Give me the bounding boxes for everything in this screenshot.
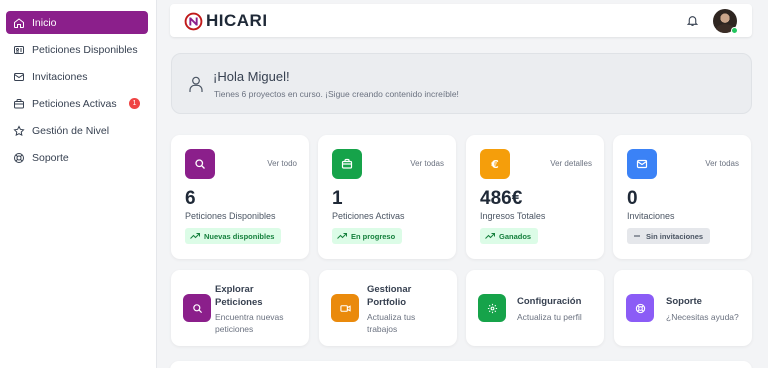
lifebuoy-icon [13,152,25,164]
sidebar-item-peticiones-disponibles[interactable]: Peticiones Disponibles [6,38,148,61]
ver-todo-link[interactable]: Ver todo [267,159,297,168]
stat-card-peticiones-disponibles: Ver todo 6 Peticiones Disponibles Nuevas… [171,135,309,259]
sidebar-item-gestion-de-nivel[interactable]: Gestión de Nivel [6,119,148,142]
action-title: Portfolio [367,297,407,308]
action-subtitle: trabajos [367,324,398,334]
dash-icon [634,235,640,237]
welcome-banner: ¡Hola Miguel! Tienes 6 proyectos en curs… [171,53,752,114]
search-icon [183,294,211,322]
stat-value: 486€ [480,188,523,209]
sidebar-item-invitaciones[interactable]: Invitaciones [6,65,148,88]
mail-icon [13,71,25,83]
action-title: Explorar [215,284,254,295]
action-subtitle: Actualiza tu perfil [517,312,582,322]
action-subtitle: peticiones [215,324,254,334]
home-icon [13,17,25,29]
briefcase-icon [332,149,362,179]
ver-detalles-link[interactable]: Ver detalles [550,159,592,168]
trend-up-icon [485,233,495,239]
status-badge: Ganados [480,228,539,244]
sidebar-item-label: Inicio [32,16,57,29]
search-icon [185,149,215,179]
sidebar-item-soporte[interactable]: Soporte [6,146,148,169]
status-badge: Nuevas disponibles [185,228,282,244]
sidebar-item-label: Invitaciones [32,70,88,83]
sidebar-item-peticiones-activas[interactable]: Peticiones Activas 1 [6,92,148,115]
action-configuracion[interactable]: Configuración Actualiza tu perfil [466,270,604,346]
welcome-title: ¡Hola Miguel! [213,69,290,84]
stat-label: Invitaciones [627,211,675,221]
sidebar-item-inicio[interactable]: Inicio [6,11,148,34]
action-title: Configuración [517,296,582,307]
sidebar-item-label: Peticiones Activas [32,97,117,110]
top-header: HICARI [170,4,752,37]
logo-text: HICARI [206,11,268,30]
welcome-subtitle: Tienes 6 proyectos en curso. ¡Sigue crea… [214,89,459,99]
stat-card-ingresos-totales: € Ver detalles 486€ Ingresos Totales Gan… [466,135,604,259]
logo[interactable]: HICARI [184,11,268,31]
stat-value: 1 [332,188,343,209]
sidebar-item-label: Soporte [32,151,69,164]
action-subtitle: Encuentra nuevas [215,312,284,322]
stat-label: Peticiones Disponibles [185,211,276,221]
briefcase-icon [13,98,25,110]
lifebuoy-icon [626,294,654,322]
action-title: Gestionar [367,284,412,295]
stat-label: Peticiones Activas [332,211,405,221]
status-badge: Sin invitaciones [627,228,711,244]
sidebar-item-label: Peticiones Disponibles [32,43,138,56]
sidebar: Inicio Peticiones Disponibles Invitacion… [0,0,157,368]
ver-todas-link[interactable]: Ver todas [705,159,739,168]
action-explorar-peticiones[interactable]: Explorar Peticiones Encuentra nuevas pet… [171,270,309,346]
trend-up-icon [337,233,347,239]
id-card-icon [13,44,25,56]
action-subtitle: Actualiza tus [367,312,416,322]
user-icon [189,76,203,92]
stat-card-peticiones-activas: Ver todas 1 Peticiones Activas En progre… [318,135,456,259]
action-title: Soporte [666,296,702,307]
action-subtitle: ¿Necesitas ayuda? [666,312,739,322]
stat-value: 0 [627,188,638,209]
action-title: Peticiones [215,297,263,308]
bottom-card [170,361,752,368]
action-gestionar-portfolio[interactable]: Gestionar Portfolio Actualiza tus trabaj… [319,270,457,346]
action-soporte[interactable]: Soporte ¿Necesitas ayuda? [614,270,752,346]
sidebar-item-label: Gestión de Nivel [32,124,110,137]
stat-value: 6 [185,188,196,209]
gear-icon [478,294,506,322]
logo-mark-icon [184,12,203,30]
bell-icon[interactable] [686,14,699,27]
status-badge: En progreso [332,228,403,244]
mail-icon [627,149,657,179]
stat-label: Ingresos Totales [480,211,546,221]
trend-up-icon [190,233,200,239]
ver-todas-link[interactable]: Ver todas [410,159,444,168]
stat-card-invitaciones: Ver todas 0 Invitaciones Sin invitacione… [613,135,751,259]
online-status-dot [731,27,738,34]
star-icon [13,124,25,137]
notification-badge: 1 [129,98,140,109]
video-icon [331,294,359,322]
euro-icon: € [480,149,510,179]
